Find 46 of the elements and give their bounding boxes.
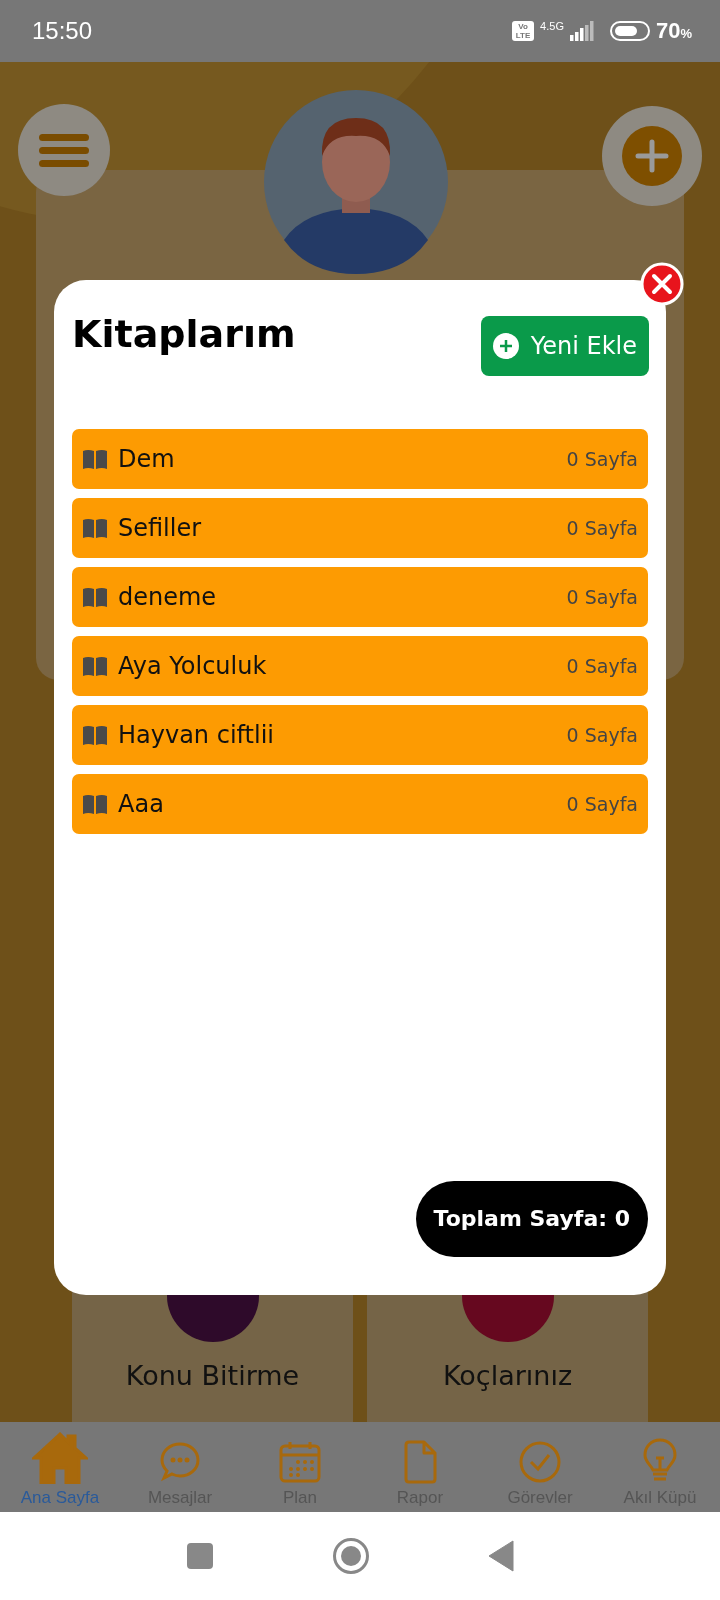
dialog-title: Kitaplarım (72, 312, 296, 356)
book-row[interactable]: Sefiller 0 Sayfa (72, 498, 648, 558)
book-title: deneme (118, 583, 217, 611)
book-title: Hayvan ciftlii (118, 721, 274, 749)
book-title: Aya Yolculuk (118, 652, 267, 680)
book-icon (82, 656, 108, 676)
home-icon (32, 1432, 88, 1484)
document-icon (402, 1440, 438, 1484)
book-title: Dem (118, 445, 175, 473)
page-count: 0 Sayfa (566, 586, 638, 608)
book-icon (82, 725, 108, 745)
book-icon (82, 587, 108, 607)
add-book-button[interactable]: Yeni Ekle (480, 316, 649, 376)
recents-button[interactable] (186, 1542, 214, 1570)
page-count: 0 Sayfa (566, 448, 638, 470)
battery-icon (609, 21, 650, 41)
page-count: 0 Sayfa (566, 517, 638, 539)
check-circle-icon (518, 1440, 562, 1484)
book-row[interactable]: Aya Yolculuk 0 Sayfa (72, 636, 648, 696)
book-title: Aaa (118, 790, 164, 818)
clock: 15:50 (32, 17, 93, 45)
battery-level: 70% (655, 18, 692, 44)
page-count: 0 Sayfa (566, 655, 638, 677)
page-count: 0 Sayfa (566, 724, 638, 746)
network-type: 4.5G (540, 20, 564, 32)
volte-badge: Vo LTE (512, 21, 535, 41)
menu-icon (39, 132, 89, 168)
calendar-icon (278, 1440, 322, 1484)
back-button[interactable] (488, 1540, 514, 1572)
signal-icon (569, 21, 594, 41)
book-row[interactable]: Hayvan ciftlii 0 Sayfa (72, 705, 648, 765)
book-row[interactable]: Dem 0 Sayfa (72, 429, 648, 489)
plus-circle-icon (492, 333, 519, 359)
chat-icon (158, 1440, 202, 1484)
book-icon (82, 794, 108, 814)
book-icon (82, 449, 108, 469)
lightbulb-icon (642, 1438, 678, 1484)
page-count: 0 Sayfa (566, 793, 638, 815)
book-row[interactable]: Aaa 0 Sayfa (72, 774, 648, 834)
total-pages-badge: Toplam Sayfa: 0 (415, 1181, 648, 1257)
plus-icon (622, 126, 682, 186)
book-title: Sefiller (118, 514, 202, 542)
close-button[interactable] (640, 262, 684, 306)
book-row[interactable]: deneme 0 Sayfa (72, 567, 648, 627)
home-button[interactable] (332, 1537, 370, 1575)
book-icon (82, 518, 108, 538)
